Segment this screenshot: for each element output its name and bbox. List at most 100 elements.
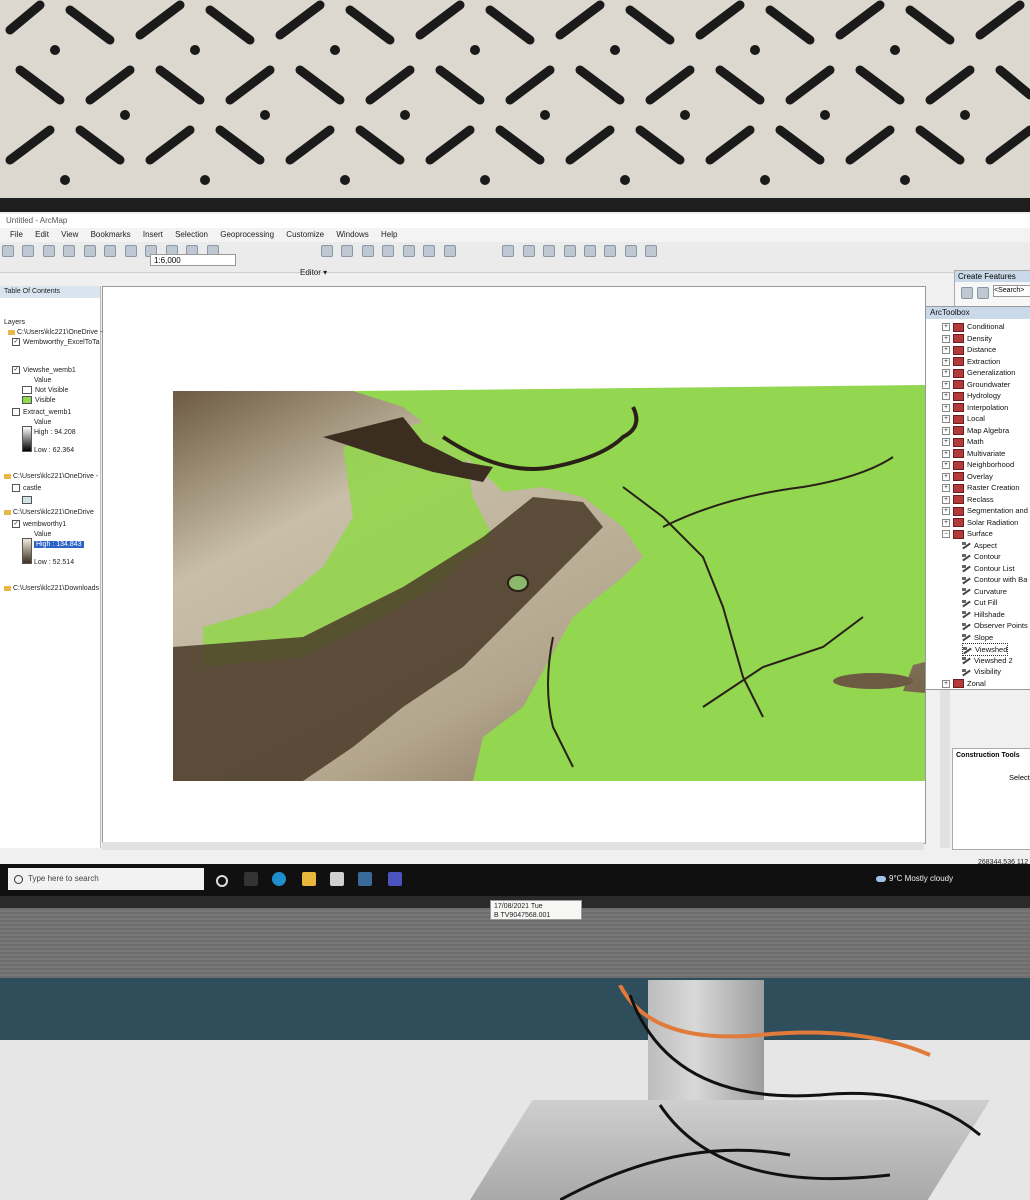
expand-icon[interactable]: +	[942, 334, 950, 343]
toolset-neighborhood[interactable]: + Neighborhood	[942, 459, 1014, 470]
create-features-icon[interactable]	[645, 244, 658, 257]
toc-path-3[interactable]: C:\Users\klc221\OneDrive	[4, 508, 94, 517]
straight-segment-icon[interactable]	[522, 244, 535, 257]
toolset-density[interactable]: + Density	[942, 333, 992, 344]
expand-icon[interactable]: +	[942, 323, 950, 332]
expand-icon[interactable]: +	[942, 679, 950, 688]
tool-contour-list[interactable]: Contour List	[962, 563, 1014, 574]
menu-file[interactable]: File	[10, 228, 23, 242]
map-view[interactable]	[102, 286, 926, 844]
menu-windows[interactable]: Windows	[336, 228, 368, 242]
toc-path-1[interactable]: C:\Users\klc221\OneDrive -	[8, 328, 102, 337]
cortana-icon[interactable]	[216, 875, 228, 887]
task-view-icon[interactable]	[244, 872, 258, 886]
tool-viewshed-2[interactable]: Viewshed 2	[962, 655, 1013, 666]
collapse-icon[interactable]: −	[942, 530, 950, 539]
layer-checkbox[interactable]: ✓	[12, 520, 20, 529]
new-map-icon[interactable]	[2, 244, 14, 257]
tool-observer-points[interactable]: Observer Points	[962, 620, 1028, 631]
expand-icon[interactable]: +	[942, 426, 950, 435]
layer-checkbox[interactable]: ✓	[12, 366, 20, 375]
toolset-reclass[interactable]: + Reclass	[942, 494, 994, 505]
edge-icon[interactable]	[272, 872, 286, 886]
copy-icon[interactable]	[104, 244, 117, 257]
table-of-contents-icon[interactable]	[341, 244, 354, 257]
toc-layers-root[interactable]: Layers	[4, 318, 25, 327]
expand-icon[interactable]: +	[942, 403, 950, 412]
catalog-icon[interactable]	[361, 244, 374, 257]
layer-checkbox[interactable]	[12, 408, 20, 417]
edit-tool-icon[interactable]	[502, 244, 515, 257]
expand-icon[interactable]: +	[942, 484, 950, 493]
menu-bookmarks[interactable]: Bookmarks	[91, 228, 131, 242]
tool-slope[interactable]: Slope	[962, 632, 993, 643]
menu-geoprocessing[interactable]: Geoprocessing	[220, 228, 274, 242]
toolset-conditional[interactable]: + Conditional	[942, 321, 1005, 332]
expand-icon[interactable]: +	[942, 380, 950, 389]
menu-customize[interactable]: Customize	[286, 228, 324, 242]
expand-icon[interactable]: +	[942, 461, 950, 470]
model-builder-icon[interactable]	[443, 244, 456, 257]
expand-icon[interactable]: +	[942, 438, 950, 447]
toolset-segmentation-and-c[interactable]: + Segmentation and C	[942, 505, 1030, 516]
layer-checkbox[interactable]: ✓	[12, 338, 20, 347]
create-features-search[interactable]: <Search>	[993, 285, 1030, 297]
toolset-distance[interactable]: + Distance	[942, 344, 996, 355]
toc-path-4[interactable]: C:\Users\klc221\Downloads	[4, 584, 99, 593]
open-icon[interactable]	[22, 244, 35, 257]
sketch-properties-icon[interactable]	[624, 244, 637, 257]
tool-hillshade[interactable]: Hillshade	[962, 609, 1005, 620]
toolset-solar-radiation[interactable]: + Solar Radiation	[942, 517, 1018, 528]
python-icon[interactable]	[423, 244, 436, 257]
taskbar-search-box[interactable]: Type here to search	[8, 868, 204, 890]
store-icon[interactable]	[330, 872, 344, 886]
toc-layer-extract[interactable]: Extract_wemb1	[12, 408, 71, 417]
file-explorer-icon[interactable]	[302, 872, 316, 886]
menu-insert[interactable]: Insert	[143, 228, 163, 242]
rotate-icon[interactable]	[583, 244, 596, 257]
tool-visibility[interactable]: Visibility	[962, 666, 1001, 677]
expand-icon[interactable]: +	[942, 346, 950, 355]
paste-icon[interactable]	[124, 244, 137, 257]
save-icon[interactable]	[42, 244, 55, 257]
toolset-raster-creation[interactable]: + Raster Creation	[942, 482, 1020, 493]
sketch-icon[interactable]	[543, 244, 556, 257]
menu-selection[interactable]: Selection	[175, 228, 208, 242]
tool-contour-with-ba[interactable]: Contour with Ba	[962, 574, 1027, 585]
toolset-hydrology[interactable]: + Hydrology	[942, 390, 1001, 401]
split-icon[interactable]	[563, 244, 576, 257]
toolset-surface[interactable]: − Surface	[942, 528, 993, 539]
tool-curvature[interactable]: Curvature	[962, 586, 1007, 597]
toc-wemb-high[interactable]: High : 134.843	[34, 540, 84, 549]
editor-menu-button[interactable]: Editor ▾	[300, 268, 327, 277]
cut-icon[interactable]	[83, 244, 96, 257]
tool-contour[interactable]: Contour	[962, 551, 1001, 562]
map-horizontal-scrollbar[interactable]	[102, 842, 924, 850]
toolset-extraction[interactable]: + Extraction	[942, 356, 1000, 367]
observer-point-marker[interactable]	[507, 574, 529, 592]
menu-help[interactable]: Help	[381, 228, 397, 242]
toolset-multivariate[interactable]: + Multivariate	[942, 448, 1005, 459]
editor-toolbar-icon[interactable]	[320, 244, 333, 257]
toc-layer-viewshed[interactable]: ✓ Viewshe_wemb1	[12, 366, 76, 375]
toolset-interpolation[interactable]: + Interpolation	[942, 402, 1008, 413]
toolset-groundwater[interactable]: + Groundwater	[942, 379, 1010, 390]
toc-layer-wembworthy1[interactable]: ✓ wembworthy1	[12, 520, 66, 529]
toolset-map-algebra[interactable]: + Map Algebra	[942, 425, 1009, 436]
toolset-zonal[interactable]: + Zonal	[942, 678, 986, 689]
expand-icon[interactable]: +	[942, 415, 950, 424]
search-window-icon[interactable]	[382, 244, 395, 257]
expand-icon[interactable]: +	[942, 369, 950, 378]
expand-icon[interactable]: +	[942, 507, 950, 516]
teams-icon[interactable]	[388, 872, 402, 886]
menu-view[interactable]: View	[61, 228, 78, 242]
expand-icon[interactable]: +	[942, 357, 950, 366]
toolset-local[interactable]: + Local	[942, 413, 985, 424]
menu-edit[interactable]: Edit	[35, 228, 49, 242]
arcmap-taskbar-icon[interactable]	[358, 872, 372, 886]
toolset-overlay[interactable]: + Overlay	[942, 471, 993, 482]
arctoolbox-icon[interactable]	[402, 244, 415, 257]
toc-layer-excel[interactable]: ✓ Wembworthy_ExcelToTa	[12, 338, 100, 347]
toc-layer-castle[interactable]: castle	[12, 484, 41, 493]
tool-cut-fill[interactable]: Cut Fill	[962, 597, 997, 608]
